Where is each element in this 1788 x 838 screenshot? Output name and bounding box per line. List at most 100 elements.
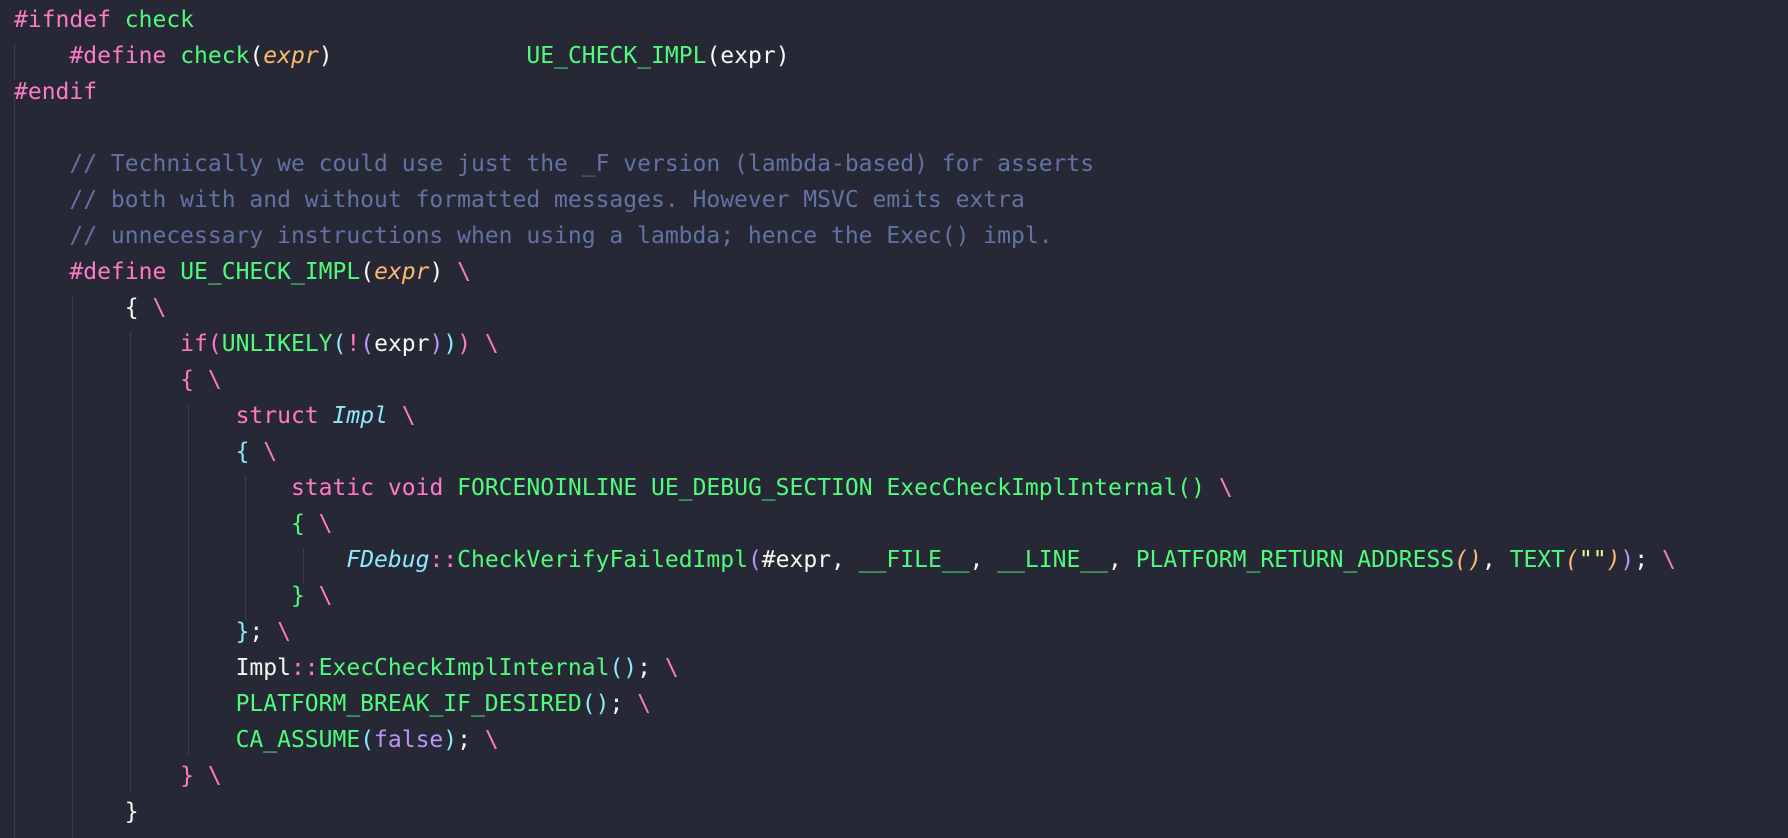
code-token: { bbox=[290, 511, 305, 537]
code-line[interactable]: CA_ASSUME(false); \ bbox=[14, 722, 499, 758]
code-token: if bbox=[180, 331, 208, 357]
code-token: ) bbox=[443, 727, 458, 753]
code-token: TEXT bbox=[1509, 547, 1565, 573]
code-token: \ bbox=[664, 655, 679, 681]
code-token: ( bbox=[249, 43, 264, 69]
code-token: Impl bbox=[235, 655, 291, 681]
code-token: expr bbox=[263, 43, 319, 69]
code-line[interactable]: // both with and without formatted messa… bbox=[14, 182, 1025, 218]
code-token: ( bbox=[360, 727, 375, 753]
code-token: UE_CHECK_IMPL bbox=[526, 43, 707, 69]
code-line[interactable]: #define UE_CHECK_IMPL(expr) \ bbox=[14, 254, 471, 290]
code-token: ; bbox=[637, 655, 652, 681]
code-token: check bbox=[180, 43, 250, 69]
code-line[interactable]: { \ bbox=[14, 434, 278, 470]
code-token: expr bbox=[374, 259, 430, 285]
code-token: ( bbox=[747, 547, 762, 573]
code-token: } bbox=[235, 619, 250, 645]
code-token: \ bbox=[484, 331, 499, 357]
code-token: \ bbox=[318, 511, 333, 537]
code-line[interactable]: struct Impl \ bbox=[14, 398, 416, 434]
code-line[interactable]: { \ bbox=[14, 290, 167, 326]
code-token: ( bbox=[332, 331, 347, 357]
code-line[interactable]: static void FORCENOINLINE UE_DEBUG_SECTI… bbox=[14, 470, 1233, 506]
code-token: , bbox=[1481, 547, 1510, 573]
code-token: ExecCheckImplInternal bbox=[886, 475, 1178, 501]
code-token: ) bbox=[443, 331, 458, 357]
code-line[interactable]: #ifndef check bbox=[14, 2, 194, 38]
code-editor[interactable]: #ifndef check #define check(expr) UE_CHE… bbox=[0, 0, 1788, 838]
code-line[interactable]: { \ bbox=[14, 362, 222, 398]
code-token: \ bbox=[637, 691, 652, 717]
code-line[interactable]: } \ bbox=[14, 578, 333, 614]
code-token: , bbox=[1108, 547, 1136, 573]
code-line[interactable]: PLATFORM_BREAK_IF_DESIRED(); \ bbox=[14, 686, 651, 722]
code-line[interactable]: } bbox=[14, 794, 139, 830]
code-token: () bbox=[1177, 475, 1205, 501]
code-token: false bbox=[374, 727, 444, 753]
code-token: // unnecessary instructions when using a… bbox=[69, 223, 1053, 249]
code-line[interactable]: // Technically we could use just the _F … bbox=[14, 146, 1094, 182]
code-token: , bbox=[969, 547, 998, 573]
code-token: // both with and without formatted messa… bbox=[69, 187, 1025, 213]
code-line[interactable]: } \ bbox=[14, 758, 222, 794]
code-line[interactable]: FDebug::CheckVerifyFailedImpl(#expr, __F… bbox=[14, 542, 1676, 578]
code-token: ) bbox=[775, 43, 790, 69]
code-token: expr bbox=[720, 43, 776, 69]
code-token: check bbox=[124, 7, 195, 33]
code-token: #ifndef bbox=[14, 7, 111, 33]
code-token: FDebug bbox=[346, 547, 430, 573]
code-token: ) bbox=[429, 259, 444, 285]
code-token: FORCENOINLINE bbox=[457, 475, 638, 501]
code-token: ( bbox=[360, 259, 375, 285]
code-line[interactable]: Impl::ExecCheckImplInternal(); \ bbox=[14, 650, 679, 686]
code-token: void bbox=[387, 475, 444, 501]
code-line[interactable]: #endif bbox=[14, 74, 97, 110]
code-line[interactable]: { \ bbox=[14, 506, 333, 542]
code-token: #define bbox=[69, 259, 167, 285]
code-token: \ bbox=[1662, 547, 1676, 573]
code-token: } bbox=[290, 583, 305, 609]
code-token: #endif bbox=[14, 79, 98, 105]
code-token: \ bbox=[207, 367, 222, 393]
code-token: ) bbox=[457, 331, 472, 357]
code-token: ) bbox=[1606, 547, 1621, 573]
code-line[interactable]: // unnecessary instructions when using a… bbox=[14, 218, 1053, 254]
code-token: Impl bbox=[332, 403, 388, 429]
code-line[interactable]: if(UNLIKELY(!(expr))) \ bbox=[14, 326, 499, 362]
code-token: static bbox=[290, 475, 375, 501]
code-token: ) bbox=[318, 43, 333, 69]
code-token: UNLIKELY bbox=[221, 331, 333, 357]
code-line[interactable]: #define check(expr) UE_CHECK_IMPL(expr) bbox=[14, 38, 790, 74]
code-token: :: bbox=[290, 655, 319, 681]
code-line[interactable]: }; \ bbox=[14, 614, 291, 650]
code-token: ; bbox=[457, 727, 472, 753]
code-token: () bbox=[581, 691, 610, 717]
